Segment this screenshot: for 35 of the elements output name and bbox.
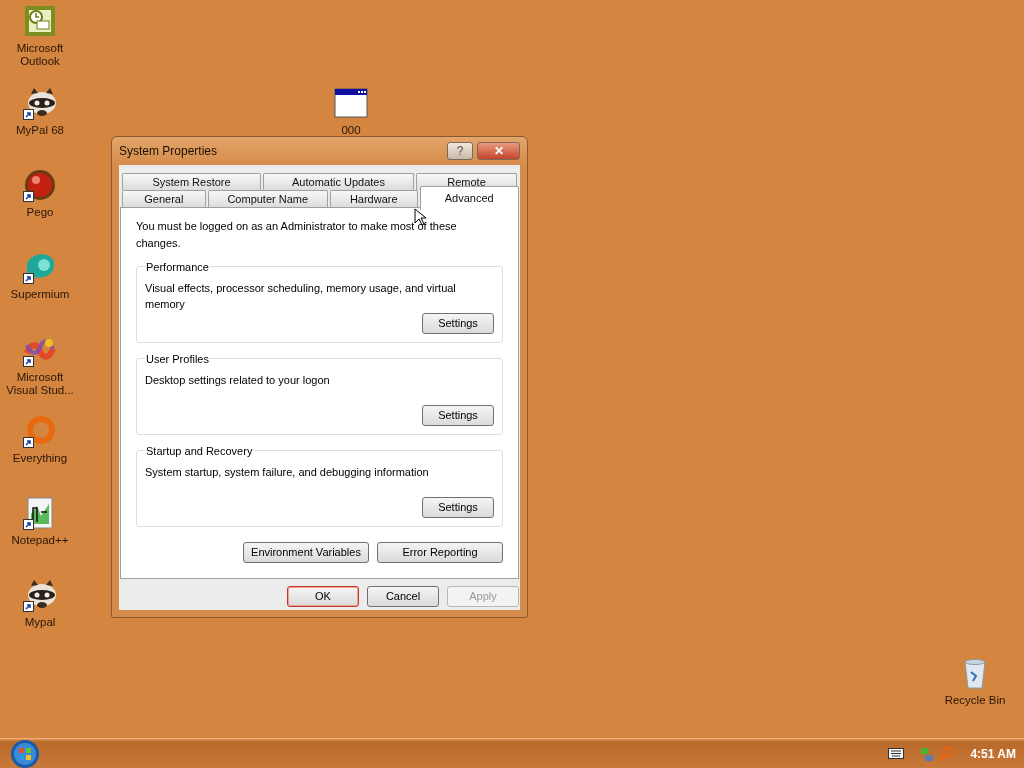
icon-label[interactable]: Microsoft Visual Stud... xyxy=(3,371,77,397)
icon-label[interactable]: 000 xyxy=(341,124,361,137)
settings-button[interactable]: Settings xyxy=(422,497,494,518)
icon-label[interactable]: MyPal 68 xyxy=(16,124,64,137)
ball-icon[interactable] xyxy=(23,168,57,202)
tab[interactable]: Hardware xyxy=(329,190,418,207)
dialog-button[interactable]: OK xyxy=(287,586,359,607)
tab[interactable]: General xyxy=(122,190,206,207)
tab[interactable]: Automatic Updates xyxy=(263,173,414,190)
icon-label[interactable]: Mypal xyxy=(24,616,56,629)
dialog-button[interactable]: Environment Variables xyxy=(243,542,369,563)
tab[interactable]: Advanced xyxy=(419,186,519,210)
group-description: System startup, system failure, and debugging information xyxy=(145,464,430,480)
group-description: Desktop settings related to your logon xyxy=(145,372,331,388)
notice-text: You must be logged on as an Administrator to make most of these changes. xyxy=(136,219,458,251)
icon-label[interactable]: Notepad++ xyxy=(11,534,69,547)
icon-label[interactable]: Recycle Bin xyxy=(944,694,1006,707)
icon-label[interactable]: Pego xyxy=(26,206,54,219)
icon-label[interactable]: Everything xyxy=(12,452,68,465)
dialog-button[interactable]: Cancel xyxy=(367,586,439,607)
group-description: Visual effects, processor scheduling, memory usage, and virtual memory xyxy=(145,280,457,312)
clock-text: 4:51 AM xyxy=(970,745,1016,763)
clock-envelope-icon[interactable] xyxy=(23,4,57,38)
settings-button[interactable]: Settings xyxy=(422,405,494,426)
window-icon[interactable] xyxy=(334,86,368,120)
window-title: System Properties xyxy=(119,143,218,160)
keyboard-icon[interactable] xyxy=(888,748,905,759)
help-button[interactable]: ? xyxy=(447,142,473,160)
tab[interactable]: System Restore xyxy=(122,173,261,190)
start-button[interactable] xyxy=(10,738,40,768)
dialog-button[interactable]: Error Reporting xyxy=(377,542,503,563)
icon-label[interactable]: Microsoft Outlook xyxy=(3,42,77,68)
tab[interactable]: Computer Name xyxy=(207,190,328,207)
settings-button[interactable]: Settings xyxy=(422,313,494,334)
icon-label[interactable]: Supermium xyxy=(10,288,70,301)
